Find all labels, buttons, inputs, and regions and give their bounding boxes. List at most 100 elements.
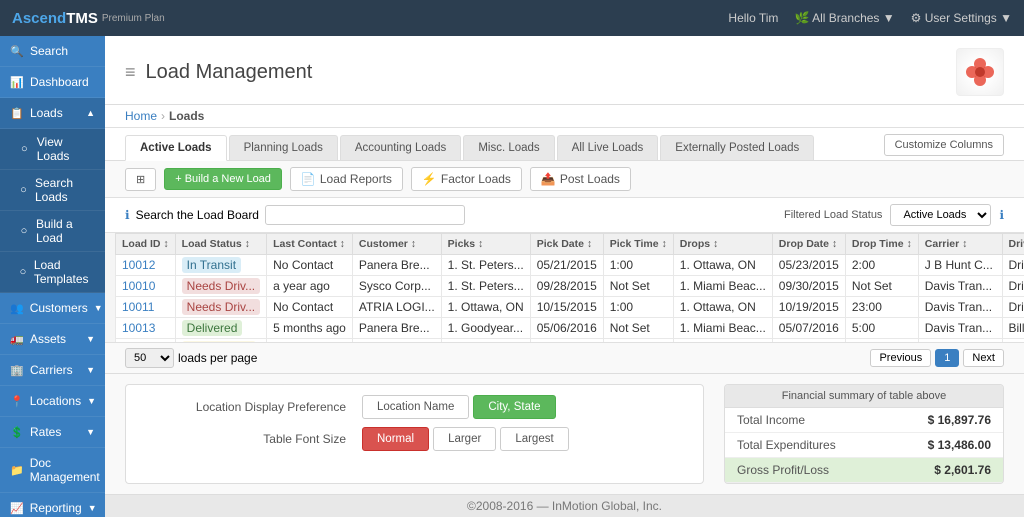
sidebar-item-view-loads[interactable]: ○ View Loads	[0, 129, 105, 170]
income-value: $ 16,897.76	[928, 413, 991, 427]
carriers-icon: 🏢	[10, 364, 24, 377]
profit-label: Gross Profit/Loss	[737, 463, 829, 477]
col-picks: Picks ↕	[441, 234, 530, 255]
app-logo: Ascend TMS Premium Plan	[12, 10, 165, 27]
font-larger-button[interactable]: Larger	[433, 427, 496, 451]
location-options: Location Name City, State	[362, 395, 556, 419]
sidebar-item-loads[interactable]: 📋 Loads ▲	[0, 98, 105, 129]
factor-icon: ⚡	[422, 172, 437, 186]
financial-expenditure-row: Total Expenditures $ 13,486.00	[725, 433, 1003, 458]
page-logo	[956, 48, 1004, 96]
status-badge: In Transit	[182, 257, 241, 273]
breadcrumb-home[interactable]: Home	[125, 109, 157, 123]
sidebar-item-dashboard[interactable]: 📊 Dashboard	[0, 67, 105, 98]
tabs-row: Active Loads Planning Loads Accounting L…	[105, 128, 1024, 161]
rates-expand-icon: ▼	[86, 427, 95, 437]
reporting-expand-icon: ▼	[88, 503, 97, 513]
city-state-button[interactable]: City, State	[473, 395, 555, 419]
user-settings[interactable]: ⚙ User Settings ▼	[911, 11, 1012, 25]
sidebar-item-load-templates[interactable]: ○ Load Templates	[0, 252, 105, 293]
table-wrapper: Load ID ↕ Load Status ↕ Last Contact ↕ C…	[105, 233, 1024, 342]
sidebar-item-build-load[interactable]: ○ Build a Load	[0, 211, 105, 252]
view-columns-button[interactable]: ⊞	[125, 168, 156, 191]
profit-value: $ 2,601.76	[934, 463, 991, 477]
pagination-right: Previous 1 Next	[870, 349, 1004, 367]
doc-management-icon: 📁	[10, 464, 24, 477]
page-header: ≡ Load Management	[105, 36, 1024, 105]
col-pick-time: Pick Time ↕	[603, 234, 673, 255]
sidebar-item-assets[interactable]: 🚛 Assets ▼	[0, 324, 105, 355]
per-page-select[interactable]: 5025100	[125, 348, 174, 368]
font-largest-button[interactable]: Largest	[500, 427, 568, 451]
load-id-link[interactable]: 10013	[122, 321, 155, 335]
per-page-label: loads per page	[178, 351, 257, 365]
loads-expand-icon: ▲	[86, 108, 95, 118]
carriers-expand-icon: ▼	[86, 365, 95, 375]
search-loads-icon: ○	[18, 184, 29, 196]
breadcrumb-current: Loads	[169, 109, 204, 123]
page-1-button[interactable]: 1	[935, 349, 959, 367]
main-content: ≡ Load Management Home › Loads	[105, 36, 1024, 517]
status-badge: Needs Driv...	[182, 299, 260, 315]
table-row: 10013 Delivered 5 months ago Panera Bre.…	[116, 318, 1024, 339]
sidebar-item-customers[interactable]: 👥 Customers ▼	[0, 293, 105, 324]
load-id-link[interactable]: 10012	[122, 258, 155, 272]
col-pick-date: Pick Date ↕	[530, 234, 603, 255]
tabs-container: Active Loads Planning Loads Accounting L…	[125, 135, 814, 160]
search-icon: 🔍	[10, 45, 24, 58]
font-options: Normal Larger Largest	[362, 427, 569, 451]
tab-accounting-loads[interactable]: Accounting Loads	[340, 135, 461, 160]
tab-active-loads[interactable]: Active Loads	[125, 135, 227, 161]
font-normal-button[interactable]: Normal	[362, 427, 429, 451]
branch-selector[interactable]: 🌿 All Branches ▼	[794, 11, 894, 25]
assets-icon: 🚛	[10, 333, 24, 346]
search-bar-right: Filtered Load Status Active Loads All Lo…	[784, 204, 1004, 226]
footer: ©2008-2016 — InMotion Global, Inc.	[105, 494, 1024, 517]
greeting: Hello Tim	[728, 11, 778, 25]
customize-columns-button[interactable]: Customize Columns	[884, 134, 1004, 156]
breadcrumb: Home › Loads	[105, 105, 1024, 128]
load-id-link[interactable]: 10010	[122, 279, 155, 293]
expenditure-value: $ 13,486.00	[928, 438, 991, 452]
logo-ascend: Ascend	[12, 10, 66, 27]
search-input[interactable]	[265, 205, 465, 225]
post-loads-button[interactable]: 📤 Post Loads	[530, 167, 631, 191]
logo-tms: TMS	[66, 10, 98, 27]
load-id-link[interactable]: 10011	[122, 300, 154, 314]
tab-all-live-loads[interactable]: All Live Loads	[557, 135, 659, 160]
prev-page-button[interactable]: Previous	[870, 349, 931, 367]
reports-icon: 📄	[301, 172, 316, 186]
table-row: 10012 In Transit No Contact Panera Bre..…	[116, 255, 1024, 276]
sidebar-item-carriers[interactable]: 🏢 Carriers ▼	[0, 355, 105, 386]
page-header-icon: ≡	[125, 62, 136, 83]
sidebar: 🔍 Search 📊 Dashboard 📋 Loads ▲ ○ View Lo…	[0, 36, 105, 517]
loads-submenu: ○ View Loads ○ Search Loads ○ Build a Lo…	[0, 129, 105, 293]
sidebar-item-doc-management[interactable]: 📁 Doc Management ▼	[0, 448, 105, 493]
sidebar-item-reporting[interactable]: 📈 Reporting ▼	[0, 493, 105, 517]
build-new-load-button[interactable]: + Build a New Load	[164, 168, 282, 190]
tab-planning-loads[interactable]: Planning Loads	[229, 135, 338, 160]
sidebar-item-search-loads[interactable]: ○ Search Loads	[0, 170, 105, 211]
location-name-button[interactable]: Location Name	[362, 395, 469, 419]
factor-loads-button[interactable]: ⚡ Factor Loads	[411, 167, 522, 191]
load-reports-button[interactable]: 📄 Load Reports	[290, 167, 403, 191]
pagination-row: 5025100 loads per page Previous 1 Next	[105, 342, 1024, 373]
sidebar-item-rates[interactable]: 💲 Rates ▼	[0, 417, 105, 448]
filter-status-select[interactable]: Active Loads All Loads In Transit Delive…	[890, 204, 991, 226]
col-carrier: Carrier ↕	[918, 234, 1002, 255]
income-label: Total Income	[737, 413, 805, 427]
sidebar-item-search[interactable]: 🔍 Search	[0, 36, 105, 67]
location-display-label: Location Display Preference	[146, 400, 346, 414]
font-size-label: Table Font Size	[146, 432, 346, 446]
build-load-icon: ○	[18, 225, 30, 237]
customers-icon: 👥	[10, 302, 24, 315]
toolbar: ⊞ + Build a New Load 📄 Load Reports ⚡ Fa…	[105, 161, 1024, 198]
table-header-row: Load ID ↕ Load Status ↕ Last Contact ↕ C…	[116, 234, 1024, 255]
tab-misc-loads[interactable]: Misc. Loads	[463, 135, 554, 160]
reporting-icon: 📈	[10, 502, 24, 515]
tab-externally-posted-loads[interactable]: Externally Posted Loads	[660, 135, 814, 160]
dashboard-icon: 📊	[10, 76, 24, 89]
next-page-button[interactable]: Next	[963, 349, 1004, 367]
sidebar-item-locations[interactable]: 📍 Locations ▼	[0, 386, 105, 417]
logo-plan: Premium Plan	[102, 13, 165, 24]
